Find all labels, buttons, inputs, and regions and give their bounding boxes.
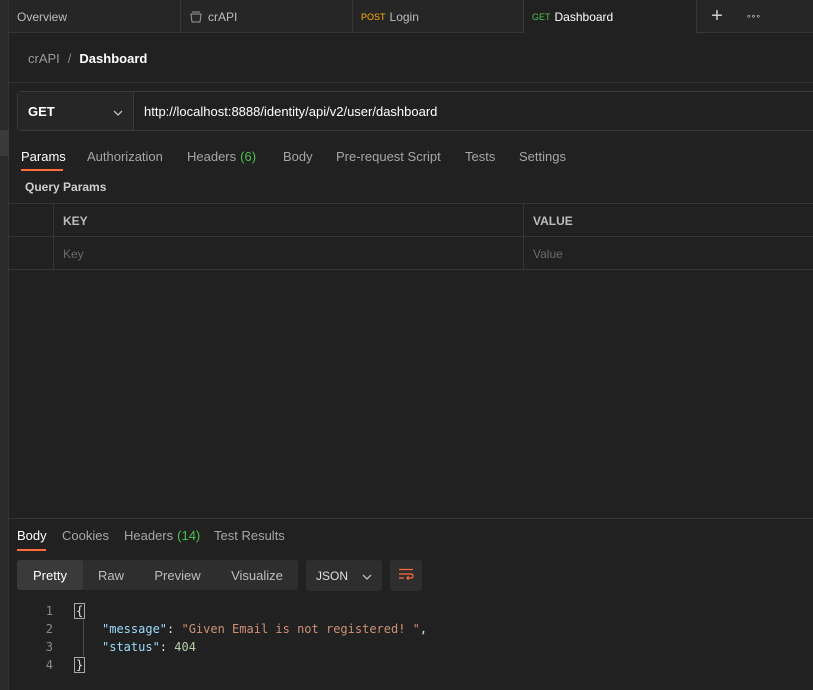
tab-label: crAPI bbox=[208, 9, 238, 24]
wrap-lines-button[interactable] bbox=[390, 560, 422, 591]
method-select[interactable]: GET bbox=[18, 92, 134, 130]
more-tabs-button[interactable]: ∘∘∘ bbox=[737, 0, 769, 33]
response-tab-headers[interactable]: Headers (14) bbox=[124, 519, 200, 551]
response-pane: Body Cookies Headers (14) Test Results Pr… bbox=[9, 518, 813, 690]
tab-label: Dashboard bbox=[554, 10, 614, 24]
tab-label: Test Results bbox=[214, 527, 285, 543]
tab-label: Authorization bbox=[87, 148, 163, 164]
column-header-value: VALUE bbox=[523, 204, 813, 237]
view-mode-visualize[interactable]: Visualize bbox=[216, 560, 298, 590]
plus-icon: + bbox=[711, 5, 723, 27]
view-mode-preview[interactable]: Preview bbox=[139, 560, 216, 590]
json-string-value: "Given Email is not registered! " bbox=[181, 622, 420, 636]
open-brace: { bbox=[74, 603, 86, 619]
json-key: "message" bbox=[102, 622, 168, 636]
response-headers-count: (14) bbox=[177, 527, 201, 543]
query-params-table: KEY VALUE bbox=[9, 203, 813, 270]
json-number-value: 404 bbox=[174, 640, 196, 654]
breadcrumb: crAPI / Dashboard bbox=[9, 34, 813, 83]
more-icon: ∘∘∘ bbox=[746, 11, 761, 21]
tab-label: Tests bbox=[465, 148, 496, 164]
param-key-cell bbox=[53, 237, 523, 270]
view-mode-raw[interactable]: Raw bbox=[83, 560, 139, 590]
line-number: 4 bbox=[45, 658, 53, 672]
tab-label: Overview bbox=[17, 9, 68, 24]
tab-settings[interactable]: Settings bbox=[519, 140, 566, 172]
param-value-input[interactable] bbox=[533, 246, 813, 261]
tab-method-badge: GET bbox=[532, 12, 551, 22]
param-value-cell bbox=[523, 237, 813, 270]
tab-label: Cookies bbox=[62, 527, 109, 543]
request-url-bar: GET bbox=[17, 91, 813, 131]
tab-method-badge: POST bbox=[361, 11, 386, 22]
active-response-tab-indicator bbox=[17, 549, 46, 551]
view-mode-pretty[interactable]: Pretty bbox=[17, 560, 83, 590]
tab-headers[interactable]: Headers (6) bbox=[187, 140, 256, 172]
tab-label: Headers bbox=[124, 527, 174, 543]
format-select[interactable]: JSON bbox=[306, 560, 382, 591]
chevron-down-icon bbox=[113, 104, 123, 119]
url-input[interactable] bbox=[134, 92, 813, 130]
code-line: 1 { bbox=[9, 602, 813, 620]
close-brace: } bbox=[74, 657, 86, 673]
tab-dashboard[interactable]: GET Dashboard bbox=[524, 0, 697, 34]
tab-authorization[interactable]: Authorization bbox=[87, 140, 163, 172]
tab-bar: Overview crAPI POST Login GET Dashboard … bbox=[9, 0, 813, 34]
tab-label: Pre-request Script bbox=[336, 148, 441, 164]
table-header-row: KEY VALUE bbox=[9, 204, 813, 237]
line-number: 3 bbox=[45, 640, 53, 654]
tab-label: Body bbox=[283, 148, 313, 164]
tab-label: Body bbox=[17, 527, 47, 543]
method-value: GET bbox=[28, 103, 55, 119]
code-line: 2 "message": "Given Email is not registe… bbox=[9, 620, 813, 638]
code-content: } bbox=[74, 657, 86, 673]
wrap-lines-icon bbox=[398, 568, 414, 583]
format-value: JSON bbox=[316, 568, 349, 583]
tab-tests[interactable]: Tests bbox=[465, 140, 495, 172]
query-params-title: Query Params bbox=[25, 180, 107, 194]
chevron-down-icon bbox=[362, 569, 372, 583]
tab-label: Login bbox=[389, 9, 419, 24]
response-tab-test-results[interactable]: Test Results bbox=[214, 519, 285, 551]
tab-params[interactable]: Params bbox=[21, 140, 66, 172]
response-tab-cookies[interactable]: Cookies bbox=[62, 519, 109, 551]
request-tabs: Params Authorization Headers (6) Body Pre… bbox=[9, 140, 813, 172]
tab-body[interactable]: Body bbox=[283, 140, 313, 172]
code-line: 3 "status": 404 bbox=[9, 638, 813, 656]
tab-label: Params bbox=[21, 148, 66, 164]
code-content: "message": "Given Email is not registere… bbox=[102, 622, 428, 636]
headers-count: (6) bbox=[240, 148, 257, 164]
param-key-input[interactable] bbox=[63, 246, 523, 261]
tab-label: Settings bbox=[519, 148, 566, 164]
json-key: "status" bbox=[102, 640, 160, 654]
tab-pre-request-script[interactable]: Pre-request Script bbox=[336, 140, 441, 172]
code-line: 4 } bbox=[9, 656, 813, 674]
code-content: { bbox=[74, 603, 86, 619]
line-number: 2 bbox=[45, 622, 53, 636]
tab-label: Headers bbox=[187, 148, 237, 164]
view-mode-selector: Pretty Raw Preview Visualize bbox=[17, 560, 298, 590]
line-number: 1 bbox=[45, 604, 53, 618]
tab-overview[interactable]: Overview bbox=[9, 0, 181, 33]
response-tab-body[interactable]: Body bbox=[17, 519, 47, 551]
tab-login[interactable]: POST Login bbox=[353, 0, 524, 33]
new-tab-button[interactable]: + bbox=[697, 0, 737, 33]
response-body-editor[interactable]: 1 { 2 "message": "Given Email is not reg… bbox=[9, 602, 813, 674]
column-header-key: KEY bbox=[53, 204, 523, 237]
tab-crapi[interactable]: crAPI bbox=[181, 0, 353, 33]
table-row bbox=[9, 237, 813, 270]
collection-icon bbox=[189, 10, 203, 24]
active-tab-indicator bbox=[21, 169, 63, 171]
code-content: "status": 404 bbox=[102, 640, 196, 654]
sidebar-marker bbox=[0, 130, 9, 156]
breadcrumb-current[interactable]: Dashboard bbox=[79, 51, 147, 66]
breadcrumb-separator: / bbox=[67, 50, 72, 66]
breadcrumb-parent[interactable]: crAPI bbox=[28, 51, 60, 66]
left-sidebar-strip bbox=[0, 0, 9, 690]
